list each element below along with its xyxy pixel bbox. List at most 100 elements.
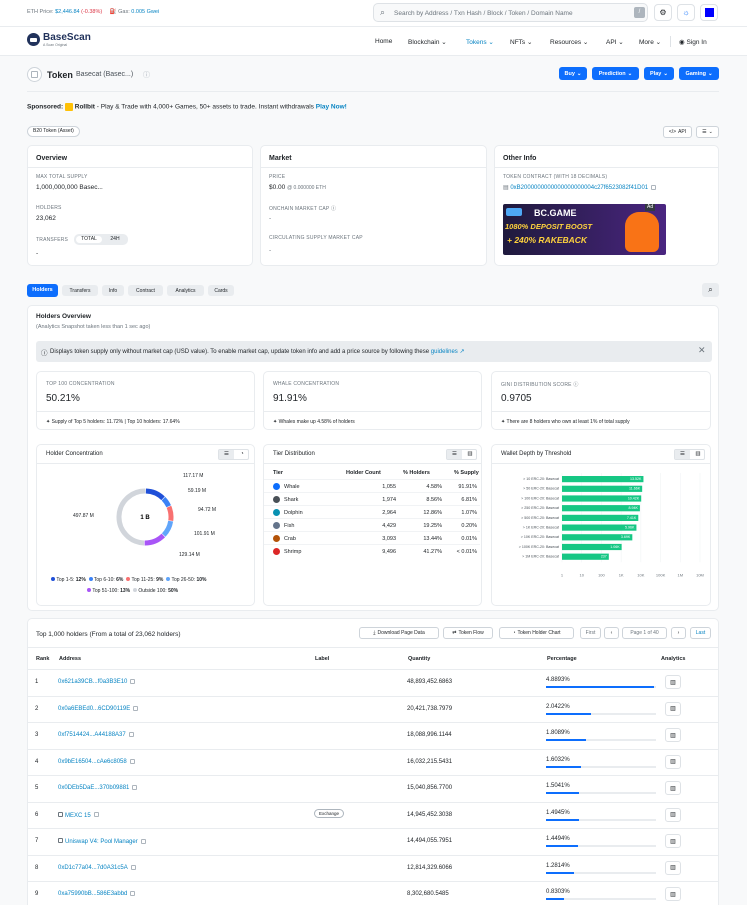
bar-chart-icon[interactable]: ▥ bbox=[691, 450, 705, 459]
token-flow-button[interactable]: ⇄ Token Flow bbox=[443, 627, 493, 639]
row-quantity: 48,893,452.6863 bbox=[407, 679, 453, 685]
row-address[interactable]: 0x9bE16504...cAe6c8058 bbox=[58, 758, 135, 765]
chevron-down-icon: ⌄ bbox=[618, 39, 624, 46]
brand-name[interactable]: BaseScan bbox=[43, 32, 91, 43]
donut-segment[interactable] bbox=[166, 505, 174, 521]
legend-item[interactable]: Top 26-50: 10% bbox=[166, 577, 207, 583]
search-input[interactable]: ⌕ Search by Address / Txn Hash / Block /… bbox=[373, 3, 648, 22]
tab-cards[interactable]: Cards bbox=[208, 285, 234, 296]
tab-transfers[interactable]: Transfers bbox=[62, 285, 98, 296]
holders-label: HOLDERS bbox=[36, 205, 62, 211]
tab-analytics[interactable]: Analytics bbox=[167, 285, 204, 296]
play-button[interactable]: Play ⌄ bbox=[644, 67, 674, 80]
legend-item[interactable]: Top 51-100: 13% bbox=[87, 588, 130, 594]
row-label-badge[interactable]: Exchange bbox=[314, 808, 345, 818]
prev-page-icon[interactable]: ‹ bbox=[604, 627, 619, 639]
sign-in-link[interactable]: ◉ Sign In bbox=[679, 38, 707, 46]
nav-item-resources[interactable]: Resources ⌄ bbox=[550, 38, 588, 46]
ad-brand: BC.GAME bbox=[534, 208, 577, 218]
guidelines-link[interactable]: guidelines bbox=[431, 349, 458, 355]
donut-segment[interactable] bbox=[145, 488, 165, 501]
category-label: > 500 ERC-20: Basecat bbox=[521, 516, 559, 520]
onchain-cap-value: - bbox=[269, 215, 272, 222]
category-label: > 1K ERC-20: Basecat bbox=[523, 526, 559, 530]
pie-icon[interactable]: ◔ bbox=[235, 450, 249, 459]
theme-icon[interactable]: ☼ bbox=[677, 4, 695, 21]
last-page-button[interactable]: Last bbox=[690, 627, 711, 639]
list-icon[interactable]: ☰ bbox=[675, 450, 690, 459]
gas-value[interactable]: 0.005 Gwei bbox=[131, 9, 159, 15]
gear-icon[interactable]: ⚙ bbox=[654, 4, 672, 21]
api-button[interactable]: </> API bbox=[663, 126, 692, 138]
analytics-icon[interactable]: ▥ bbox=[665, 701, 681, 716]
nav-item-more[interactable]: More ⌄ bbox=[639, 38, 661, 46]
nav-item-home[interactable]: Home bbox=[375, 38, 392, 45]
row-percentage-bar bbox=[546, 765, 656, 768]
legend-item[interactable]: Outside 100: 50% bbox=[132, 588, 178, 594]
x-tick-label: 1K bbox=[619, 572, 624, 577]
eth-price-change: (-0.38%) bbox=[81, 9, 103, 15]
donut-segment[interactable] bbox=[144, 533, 166, 546]
circ-cap-label: CIRCULATING SUPPLY MARKET CAP bbox=[269, 235, 363, 241]
transfers-tab-total[interactable]: TOTAL bbox=[76, 236, 102, 243]
nav-item-blockchain[interactable]: Blockchain ⌄ bbox=[408, 38, 447, 46]
analytics-icon[interactable]: ▥ bbox=[665, 754, 681, 769]
download-button[interactable]: ⤓ Download Page Data bbox=[359, 627, 439, 639]
nav-item-tokens[interactable]: Tokens ⌄ bbox=[466, 38, 494, 46]
row-address[interactable]: 0x0DEb5DaE...370b09881 bbox=[58, 785, 138, 791]
search-icon[interactable]: ⌕ bbox=[702, 283, 719, 297]
col-label: Label bbox=[315, 656, 330, 662]
info-icon[interactable]: ⓘ bbox=[143, 70, 150, 80]
contract-icon bbox=[58, 811, 63, 817]
max-supply-label: MAX TOTAL SUPPLY bbox=[36, 174, 88, 180]
tab-info[interactable]: Info bbox=[102, 285, 124, 296]
tab-holders[interactable]: Holders bbox=[27, 284, 58, 297]
first-page-button[interactable]: First bbox=[580, 627, 601, 639]
list-icon[interactable]: ☰ bbox=[447, 450, 462, 459]
donut-segment[interactable] bbox=[161, 496, 171, 508]
row-address[interactable]: 0x0a6EBEd0...6CD90119E bbox=[58, 705, 139, 712]
tier-count: 1,055 bbox=[382, 484, 396, 490]
nav-item-api[interactable]: API ⌄ bbox=[606, 38, 624, 46]
bar-chart-icon[interactable]: ▥ bbox=[463, 450, 477, 459]
donut-segment[interactable] bbox=[161, 520, 174, 537]
network-button[interactable] bbox=[700, 4, 718, 21]
legend-item[interactable]: Top 1-5: 12% bbox=[51, 577, 86, 583]
legend-item[interactable]: Top 6-10: 6% bbox=[88, 577, 123, 583]
analytics-icon[interactable]: ▥ bbox=[665, 807, 681, 822]
sparkle-icon: ✦ bbox=[273, 419, 278, 425]
row-address[interactable]: Uniswap V4: Pool Manager bbox=[58, 838, 146, 845]
more-options-button[interactable]: ☰ ⌄ bbox=[696, 126, 719, 138]
prediction-button[interactable]: Prediction ⌄ bbox=[592, 67, 639, 80]
tab-contract[interactable]: Contract bbox=[128, 285, 163, 296]
base-logo-icon bbox=[705, 8, 714, 17]
contract-address[interactable]: ▤ 0xB2000000000000000000004c27f6523082f4… bbox=[503, 184, 657, 191]
analytics-icon[interactable]: ▥ bbox=[665, 728, 681, 742]
close-icon[interactable]: ✕ bbox=[698, 345, 706, 356]
list-icon[interactable]: ☰ bbox=[219, 450, 234, 459]
bcgame-ad[interactable]: BC.GAME 1080% DEPOSIT BOOST + 240% RAKEB… bbox=[503, 204, 666, 255]
nav-item-nfts[interactable]: NFTs ⌄ bbox=[510, 38, 532, 46]
row-address[interactable]: 0xD1c77a04...7d0A31c5A bbox=[58, 864, 136, 871]
analytics-icon[interactable]: ▥ bbox=[665, 675, 681, 689]
table-row: 9 0xa75990bB...586E3abbd 8,302,680.5485 0.8… bbox=[27, 881, 719, 905]
buy-button[interactable]: Buy ⌄ bbox=[559, 67, 587, 80]
sponsored-cta-link[interactable]: Play Now! bbox=[316, 104, 347, 111]
row-address[interactable]: MEXC 15 bbox=[58, 811, 99, 819]
row-address[interactable]: 0xf7514424...A44188A37 bbox=[58, 732, 134, 738]
overview-card: Overview MAX TOTAL SUPPLY 1,000,000,000 … bbox=[27, 145, 253, 266]
eth-price-value[interactable]: $2,446.84 bbox=[55, 9, 79, 15]
analytics-icon[interactable]: ▥ bbox=[665, 860, 681, 875]
legend-item[interactable]: Top 11-25: 9% bbox=[126, 577, 163, 583]
holder-chart-button[interactable]: ◔ Token Holder Chart bbox=[499, 627, 574, 639]
transfers-tab-24h[interactable]: 24H bbox=[104, 236, 126, 243]
row-address[interactable]: 0xa75990bB...586E3abbd bbox=[58, 891, 136, 897]
analytics-icon[interactable]: ▥ bbox=[665, 781, 681, 795]
row-address[interactable]: 0x621a39CB...f0a3B3E10 bbox=[58, 679, 136, 685]
analytics-icon[interactable]: ▥ bbox=[665, 887, 681, 901]
next-page-icon[interactable]: › bbox=[671, 627, 686, 639]
gaming-button[interactable]: Gaming ⌄ bbox=[679, 67, 719, 80]
analytics-icon[interactable]: ▥ bbox=[665, 834, 681, 848]
row-rank: 4 bbox=[35, 758, 39, 765]
row-percentage: 4.8893% bbox=[546, 677, 570, 683]
